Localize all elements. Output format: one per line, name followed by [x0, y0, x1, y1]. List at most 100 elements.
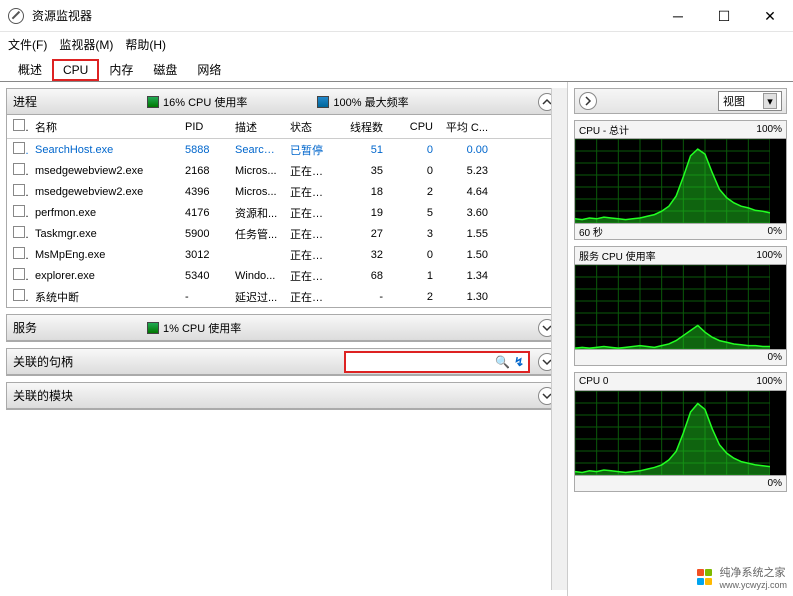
window-title: 资源监视器: [32, 7, 92, 24]
cell-threads: 27: [339, 228, 389, 240]
menu-help[interactable]: 帮助(H): [125, 36, 166, 53]
cell-cpu: 2: [389, 186, 439, 198]
cell-name: MsMpEng.exe: [29, 249, 179, 261]
row-checkbox[interactable]: [13, 184, 25, 196]
collapse-right-button[interactable]: [579, 92, 597, 110]
cell-state: 正在运行: [284, 247, 339, 263]
processes-table-header: 名称 PID 描述 状态 线程数 CPU 平均 C...: [7, 115, 560, 139]
row-checkbox[interactable]: [13, 226, 25, 238]
menu-bar: 文件(F) 监视器(M) 帮助(H): [0, 32, 793, 56]
row-checkbox[interactable]: [13, 289, 25, 301]
col-pid[interactable]: PID: [179, 121, 229, 133]
select-all-checkbox[interactable]: [13, 119, 25, 131]
col-state[interactable]: 状态: [284, 119, 339, 135]
tab-cpu[interactable]: CPU: [52, 59, 99, 81]
cell-name: Taskmgr.exe: [29, 228, 179, 240]
cell-name: perfmon.exe: [29, 207, 179, 219]
graph-max: 100%: [756, 376, 782, 387]
col-name[interactable]: 名称: [29, 119, 179, 135]
cell-avg: 3.60: [439, 207, 494, 219]
services-header[interactable]: 服务 1% CPU 使用率: [7, 315, 560, 341]
handles-title: 关联的句柄: [13, 353, 73, 370]
row-checkbox[interactable]: [13, 268, 25, 280]
cell-pid: 4176: [179, 207, 229, 219]
tab-overview[interactable]: 概述: [8, 58, 52, 81]
graph-card: 服务 CPU 使用率100%0%: [574, 246, 787, 366]
row-checkbox[interactable]: [13, 163, 25, 175]
handles-search-input[interactable]: [350, 356, 495, 368]
row-checkbox[interactable]: [13, 205, 25, 217]
graph-max: 100%: [756, 250, 782, 261]
graph-min: 0%: [768, 226, 782, 237]
cell-state: 正在运行: [284, 226, 339, 242]
table-row[interactable]: MsMpEng.exe3012正在运行3201.50: [7, 244, 560, 265]
cell-state: 正在运行: [284, 289, 339, 305]
cell-threads: 51: [339, 144, 389, 156]
row-checkbox[interactable]: [13, 247, 25, 259]
graph-card: CPU 0100%0%: [574, 372, 787, 492]
cell-threads: 18: [339, 186, 389, 198]
cell-desc: Micros...: [229, 186, 284, 198]
cell-desc: Windo...: [229, 270, 284, 282]
graph-max: 100%: [756, 124, 782, 135]
table-row[interactable]: perfmon.exe4176资源和...正在运行1953.60: [7, 202, 560, 223]
cell-pid: 3012: [179, 249, 229, 261]
cell-state: 正在运行: [284, 184, 339, 200]
col-desc[interactable]: 描述: [229, 119, 284, 135]
col-cpu[interactable]: CPU: [389, 121, 439, 133]
table-row[interactable]: explorer.exe5340Windo...正在运行6811.34: [7, 265, 560, 286]
tab-network[interactable]: 网络: [187, 58, 231, 81]
graph-min: 0%: [768, 352, 782, 363]
table-row[interactable]: msedgewebview2.exe2168Micros...正在运行3505.…: [7, 160, 560, 181]
cell-threads: -: [339, 291, 389, 303]
handles-header[interactable]: 关联的句柄 🔍 ↯: [7, 349, 560, 375]
graph-area: [575, 139, 786, 223]
cell-avg: 1.30: [439, 291, 494, 303]
cell-pid: 4396: [179, 186, 229, 198]
row-checkbox[interactable]: [13, 142, 25, 154]
cpu-usage-indicator: [147, 96, 159, 108]
left-pane: 进程 16% CPU 使用率 100% 最大频率 名称 PID 描述 状态 线程…: [0, 82, 568, 596]
table-row[interactable]: Taskmgr.exe5900任务管...正在运行2731.55: [7, 223, 560, 244]
view-label: 视图: [723, 93, 745, 109]
cell-avg: 0.00: [439, 144, 494, 156]
close-button[interactable]: ✕: [747, 0, 793, 32]
watermark-text: 纯净系统之家: [719, 564, 787, 580]
tab-disk[interactable]: 磁盘: [143, 58, 187, 81]
col-threads[interactable]: 线程数: [339, 119, 389, 135]
maximize-button[interactable]: ☐: [701, 0, 747, 32]
cell-cpu: 0: [389, 249, 439, 261]
table-row[interactable]: msedgewebview2.exe4396Micros...正在运行1824.…: [7, 181, 560, 202]
services-cpu-indicator: [147, 322, 159, 334]
max-freq-indicator: [317, 96, 329, 108]
view-dropdown[interactable]: 视图 ▾: [718, 91, 782, 111]
services-cpu-text: 1% CPU 使用率: [163, 320, 241, 336]
tab-memory[interactable]: 内存: [99, 58, 143, 81]
cell-threads: 19: [339, 207, 389, 219]
modules-header[interactable]: 关联的模块: [7, 383, 560, 409]
right-pane: 视图 ▾ CPU - 总计100%60 秒0%服务 CPU 使用率100%0%C…: [568, 82, 793, 596]
graph-area: [575, 391, 786, 475]
cell-desc: Search...: [229, 144, 284, 156]
menu-monitor[interactable]: 监视器(M): [59, 36, 113, 53]
table-row[interactable]: 系统中断-延迟过...正在运行-21.30: [7, 286, 560, 307]
cell-avg: 4.64: [439, 186, 494, 198]
cell-state: 正在运行: [284, 205, 339, 221]
cpu-usage-text: 16% CPU 使用率: [163, 94, 247, 110]
minimize-button[interactable]: ─: [655, 0, 701, 32]
app-icon: [8, 8, 24, 24]
services-title: 服务: [13, 319, 37, 336]
modules-panel: 关联的模块: [6, 382, 561, 410]
cell-threads: 35: [339, 165, 389, 177]
table-row[interactable]: SearchHost.exe5888Search...已暂停5100.00: [7, 139, 560, 160]
refresh-icon[interactable]: ↯: [514, 355, 524, 369]
processes-panel: 进程 16% CPU 使用率 100% 最大频率 名称 PID 描述 状态 线程…: [6, 88, 561, 308]
tab-bar: 概述 CPU 内存 磁盘 网络: [0, 56, 793, 82]
cell-state: 正在运行: [284, 163, 339, 179]
processes-header[interactable]: 进程 16% CPU 使用率 100% 最大频率: [7, 89, 560, 115]
left-scrollbar[interactable]: [551, 88, 567, 590]
col-avg[interactable]: 平均 C...: [439, 119, 494, 135]
menu-file[interactable]: 文件(F): [8, 36, 47, 53]
cell-desc: 任务管...: [229, 226, 284, 242]
search-icon[interactable]: 🔍: [495, 355, 510, 369]
